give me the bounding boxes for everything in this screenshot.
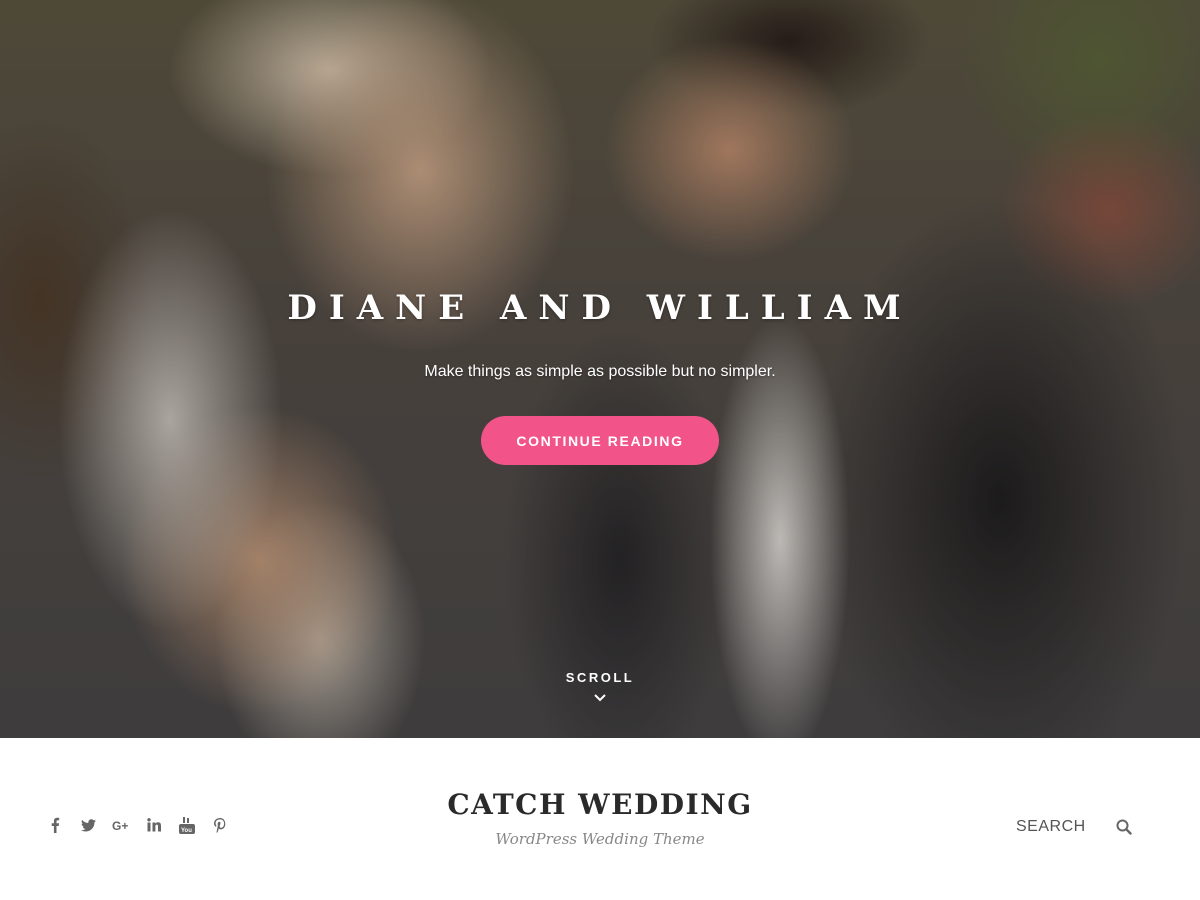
- svg-text:You: You: [181, 828, 192, 834]
- search-icon[interactable]: [1116, 819, 1132, 835]
- search-label: Search: [1016, 818, 1086, 835]
- social-links: G+ You: [44, 814, 231, 836]
- scroll-down-link[interactable]: Scroll: [540, 670, 660, 720]
- svg-text:G+: G+: [112, 819, 128, 831]
- linkedin-icon: [147, 818, 161, 832]
- facebook-icon: [51, 817, 60, 833]
- google-plus-link[interactable]: G+: [110, 814, 132, 836]
- chevron-down-icon: [594, 694, 606, 702]
- youtube-icon: You: [179, 816, 195, 834]
- scroll-label: Scroll: [565, 670, 635, 685]
- hero-content: Diane and William Make things as simple …: [0, 0, 1200, 738]
- linkedin-link[interactable]: [143, 814, 165, 836]
- site-title[interactable]: Catch Wedding: [350, 788, 850, 821]
- site-description: WordPress Wedding Theme: [495, 830, 705, 848]
- pinterest-icon: [214, 817, 226, 833]
- hero-subtitle: Make things as simple as possible but no…: [424, 363, 776, 380]
- twitter-icon: [80, 818, 96, 831]
- facebook-link[interactable]: [44, 814, 66, 836]
- hero-section: Diane and William Make things as simple …: [0, 0, 1200, 738]
- hero-title: Diane and William: [287, 288, 913, 328]
- continue-reading-button[interactable]: Continue Reading: [481, 416, 719, 465]
- search-toggle[interactable]: Search: [1016, 814, 1132, 840]
- twitter-link[interactable]: [77, 814, 99, 836]
- pinterest-link[interactable]: [209, 814, 231, 836]
- youtube-link[interactable]: You: [176, 814, 198, 836]
- site-branding: Catch Wedding WordPress Wedding Theme: [350, 788, 850, 848]
- google-plus-icon: G+: [112, 819, 128, 831]
